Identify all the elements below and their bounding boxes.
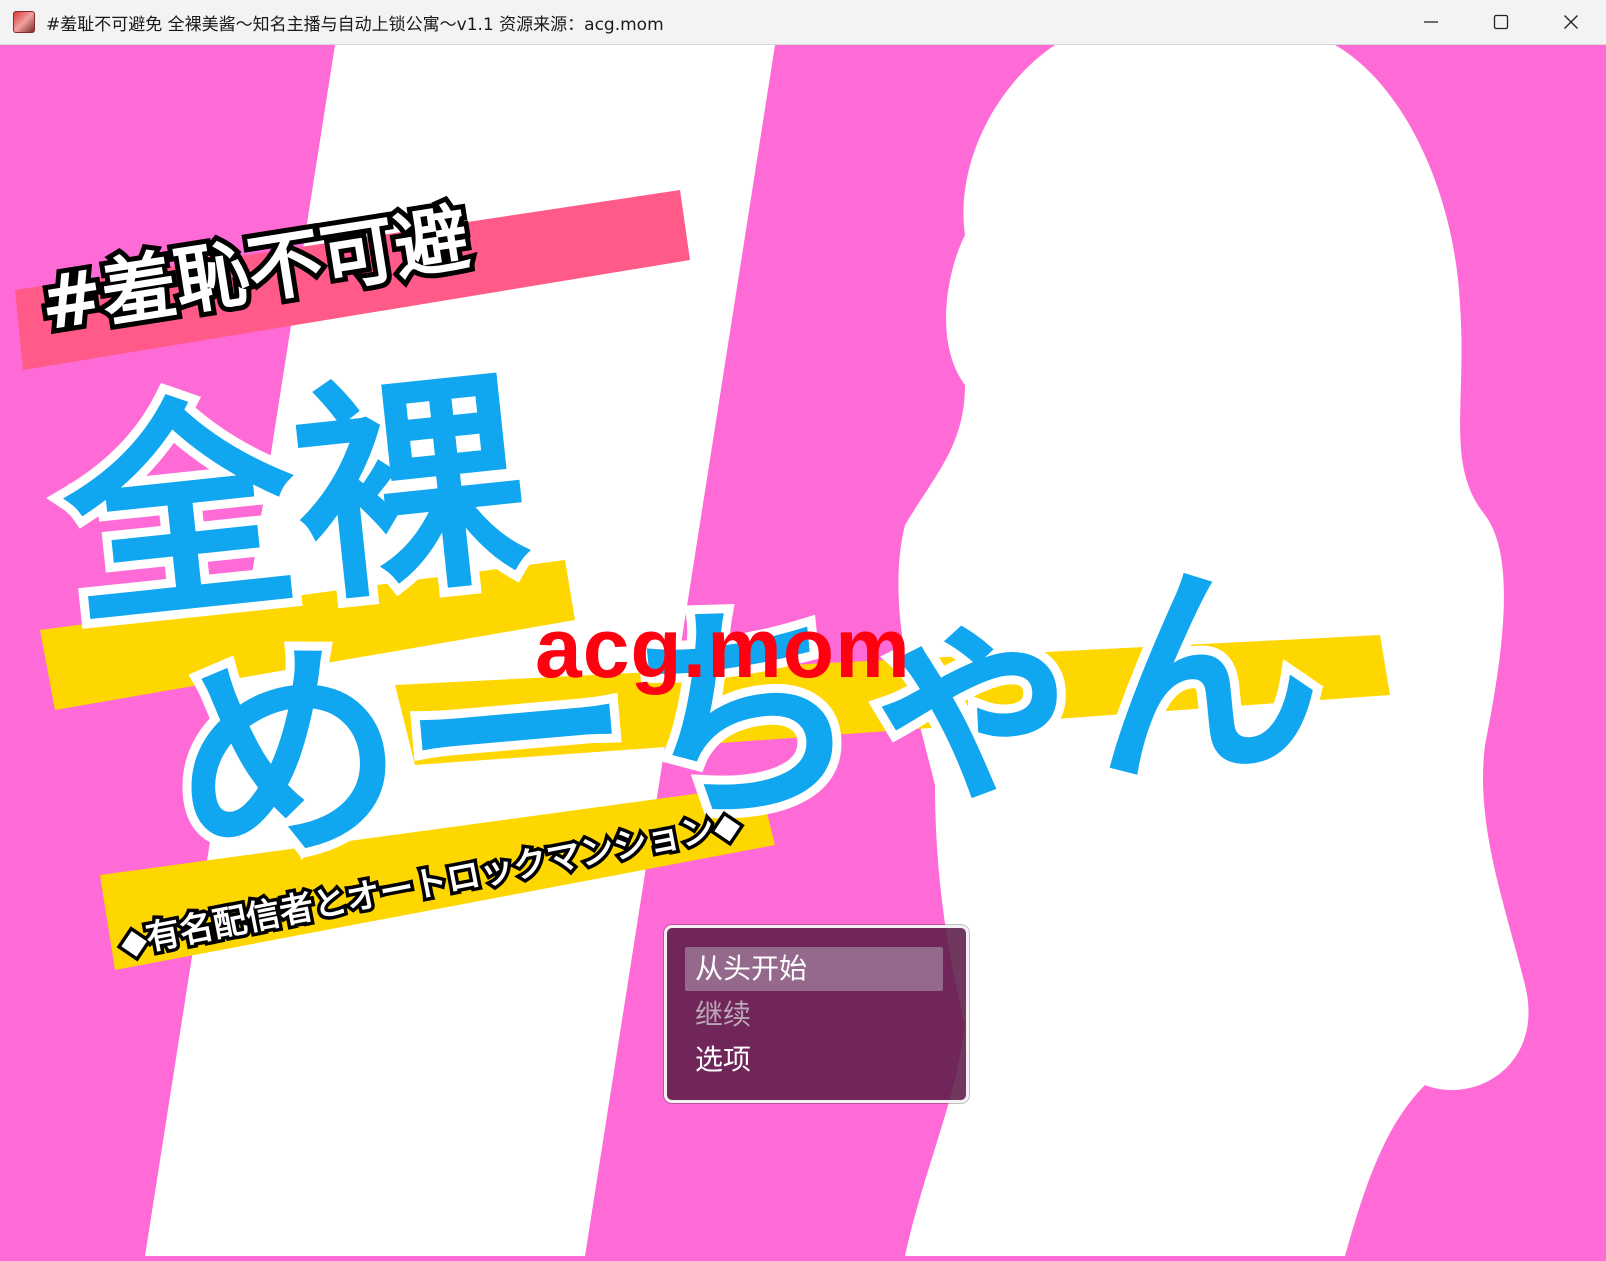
window-controls [1396,0,1606,44]
close-button[interactable] [1536,0,1606,44]
menu-item-new-game[interactable]: 从头开始 [685,947,943,991]
minimize-icon [1424,21,1438,23]
minimize-button[interactable] [1396,0,1466,44]
maximize-icon [1493,14,1509,30]
menu-item-options[interactable]: 选项 [685,1038,943,1082]
title-bar[interactable]: #羞耻不可避免 全裸美酱～知名主播与自动上锁公寓～v1.1 资源来源：acg.m… [0,0,1606,45]
app-icon [13,11,35,33]
window-title: #羞耻不可避免 全裸美酱～知名主播与自动上锁公寓～v1.1 资源来源：acg.m… [46,14,664,35]
close-icon [1564,15,1578,29]
watermark-text: acg.mom [535,601,911,695]
title-menu: 从头开始 继续 选项 [664,925,969,1103]
game-window: #羞耻不可避免 全裸美酱～知名主播与自动上锁公寓～v1.1 资源来源：acg.m… [0,0,1606,1261]
menu-item-continue[interactable]: 继续 [685,993,943,1037]
maximize-button[interactable] [1466,0,1536,44]
game-canvas[interactable]: #羞恥不可避 全裸 めーちゃん ◆有名配信者とオートロックマンション◆ acg.… [5,45,1601,1256]
